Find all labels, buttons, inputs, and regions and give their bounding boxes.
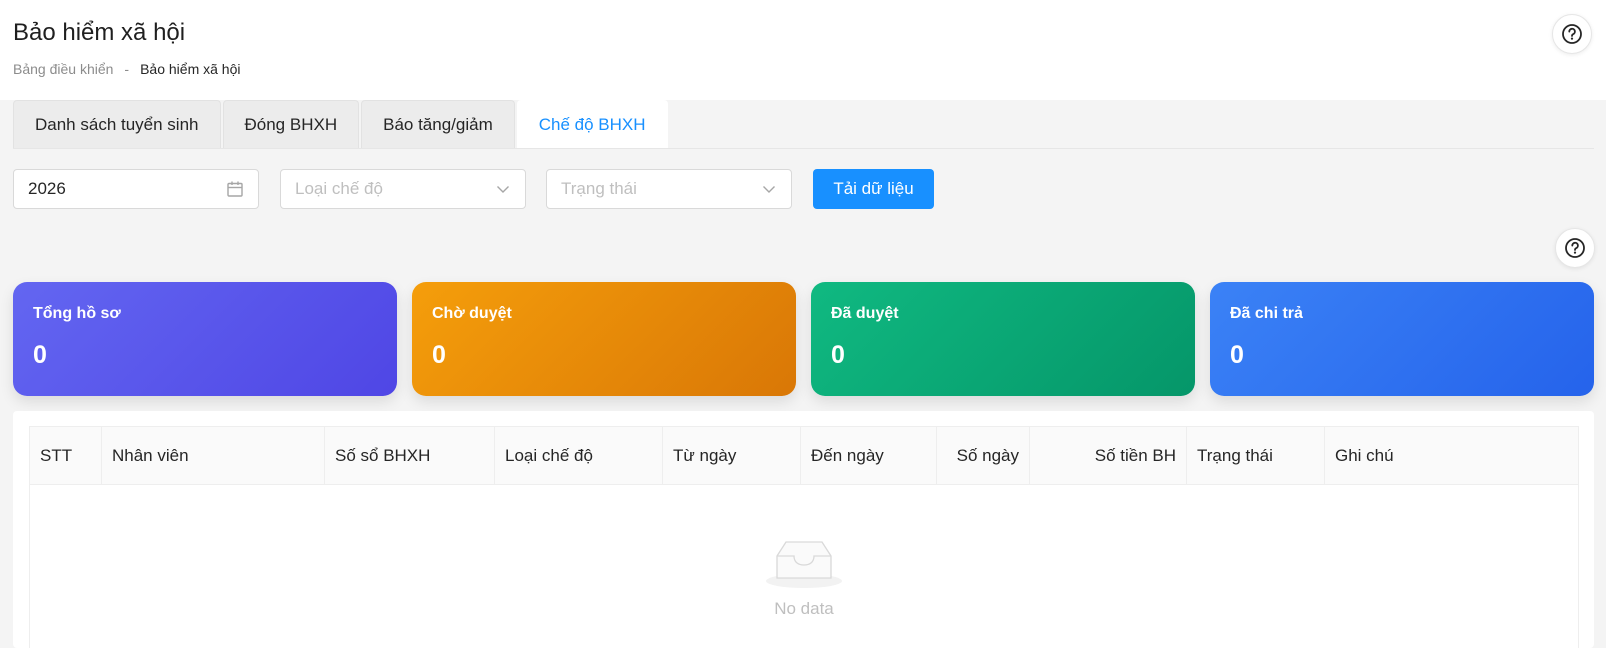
column-header-bhxh-book[interactable]: Số sổ BHXH [325, 427, 495, 485]
tab-bhxh-regime[interactable]: Chế độ BHXH [516, 100, 668, 149]
tabs-divider [13, 148, 1594, 149]
status-placeholder: Trạng thái [561, 179, 637, 198]
column-header-employee[interactable]: Nhân viên [102, 427, 325, 485]
stat-value: 0 [1230, 341, 1244, 369]
stat-value: 0 [432, 341, 446, 369]
tab-bhxh-payment[interactable]: Đóng BHXH [222, 100, 360, 149]
column-header-days[interactable]: Số ngày [937, 427, 1030, 485]
help-button[interactable] [1552, 14, 1592, 54]
load-data-button[interactable]: Tải dữ liệu [813, 169, 934, 209]
question-circle-icon [1565, 238, 1585, 258]
chevron-down-icon [763, 186, 775, 193]
page-header: Bảo hiểm xã hội Bảng điều khiển - Bảo hi… [0, 0, 1606, 100]
column-header-status[interactable]: Trạng thái [1187, 427, 1325, 485]
chevron-down-icon [497, 186, 509, 193]
table-panel: STT Nhân viên Số sổ BHXH Loại chế độ Từ … [13, 411, 1594, 648]
stat-card-total: Tổng hồ sơ 0 [13, 282, 397, 396]
stat-card-approved: Đã duyệt 0 [811, 282, 1195, 396]
empty-state: No data [30, 537, 1578, 619]
column-header-note[interactable]: Ghi chú [1325, 427, 1578, 485]
regime-type-placeholder: Loại chế độ [295, 179, 383, 198]
breadcrumb-current: Bảo hiểm xã hội [140, 61, 241, 77]
year-value: 2026 [28, 179, 66, 198]
status-select[interactable]: Trạng thái [546, 169, 792, 209]
column-header-stt[interactable]: STT [30, 427, 102, 485]
stat-label: Đã chi trả [1230, 305, 1303, 322]
table-header: STT Nhân viên Số sổ BHXH Loại chế độ Từ … [30, 427, 1578, 485]
breadcrumb-separator: - [124, 61, 130, 77]
regime-table: STT Nhân viên Số sổ BHXH Loại chế độ Từ … [29, 426, 1579, 648]
stat-value: 0 [831, 341, 845, 369]
stat-card-paid: Đã chi trả 0 [1210, 282, 1594, 396]
stat-label: Tổng hồ sơ [33, 305, 121, 322]
empty-inbox-icon [766, 541, 842, 588]
stat-label: Đã duyệt [831, 305, 899, 322]
stat-label: Chờ duyệt [432, 305, 512, 322]
stat-card-pending: Chờ duyệt 0 [412, 282, 796, 396]
regime-type-select[interactable]: Loại chế độ [280, 169, 526, 209]
question-circle-icon [1562, 24, 1582, 44]
column-header-amount[interactable]: Số tiền BH [1030, 427, 1187, 485]
breadcrumb-home[interactable]: Bảng điều khiển [13, 61, 113, 77]
breadcrumb: Bảng điều khiển - Bảo hiểm xã hội [13, 61, 241, 77]
tab-increase-decrease[interactable]: Báo tăng/giảm [361, 100, 515, 149]
column-header-from-date[interactable]: Từ ngày [663, 427, 801, 485]
year-picker[interactable]: 2026 [13, 169, 259, 209]
tab-enrollment-list[interactable]: Danh sách tuyển sinh [13, 100, 221, 149]
column-header-to-date[interactable]: Đến ngày [801, 427, 937, 485]
tab-bar: Danh sách tuyển sinh Đóng BHXH Báo tăng/… [13, 100, 670, 149]
calendar-icon [227, 181, 243, 197]
stat-value: 0 [33, 341, 47, 369]
page-title: Bảo hiểm xã hội [13, 19, 186, 46]
help-button-stats[interactable] [1555, 228, 1595, 268]
column-header-regime-type[interactable]: Loại chế độ [495, 427, 663, 485]
empty-text: No data [774, 599, 834, 618]
